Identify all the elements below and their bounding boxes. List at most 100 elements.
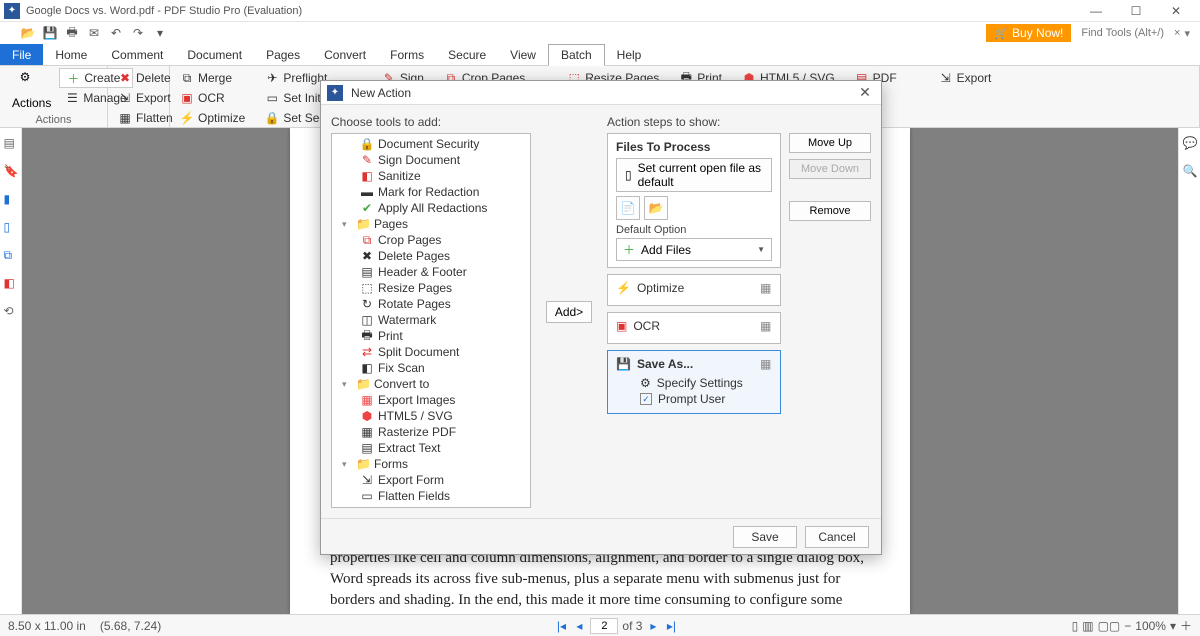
tree-sanitize[interactable]: ◧Sanitize	[332, 168, 530, 184]
print-icon[interactable]: 🖶	[64, 25, 80, 41]
dialog-save-button[interactable]: Save	[733, 526, 797, 548]
open-icon[interactable]: 📂	[20, 25, 36, 41]
attachments-panel-icon[interactable]: ⧉	[4, 248, 18, 262]
view-facing-icon[interactable]: ▢▢	[1098, 619, 1121, 633]
delete-button[interactable]: ✖Delete	[112, 68, 179, 88]
checkbox-checked-icon: ✓	[640, 393, 652, 405]
zoom-in-button[interactable]: ＋	[1180, 617, 1192, 634]
dialog-cancel-button[interactable]: Cancel	[805, 526, 869, 548]
menu-forms[interactable]: Forms	[378, 44, 436, 65]
merge-button[interactable]: ⧉Merge	[174, 68, 251, 88]
tree-rotate-pages[interactable]: ↻Rotate Pages	[332, 296, 530, 312]
maximize-button[interactable]: ☐	[1116, 0, 1156, 22]
tree-print[interactable]: 🖶Print	[332, 328, 530, 344]
default-option-combo[interactable]: ＋Add Files▼	[616, 238, 772, 261]
email-icon[interactable]: ✉	[86, 25, 102, 41]
optimize-button[interactable]: ⚡Optimize	[174, 108, 251, 128]
view-continuous-icon[interactable]: ▥	[1082, 619, 1093, 633]
layers-panel-icon[interactable]: ▯	[4, 220, 18, 234]
tree-header-footer[interactable]: ▤Header & Footer	[332, 264, 530, 280]
tree-html5-svg[interactable]: ⬢HTML5 / SVG	[332, 408, 530, 424]
zoom-dropdown-icon[interactable]: ▾	[1170, 619, 1176, 633]
signatures-panel-icon[interactable]: ▮	[4, 192, 18, 206]
tree-export-form[interactable]: ⇲Export Form	[332, 472, 530, 488]
undo-icon[interactable]: ↶	[108, 25, 124, 41]
save-icon[interactable]: 💾	[42, 25, 58, 41]
step-files-to-process[interactable]: Files To Process ▯Set current open file …	[607, 133, 781, 268]
gear-icon[interactable]: ▦	[760, 357, 774, 371]
tree-mark-redaction[interactable]: ▬Mark for Redaction	[332, 184, 530, 200]
tree-apply-redactions[interactable]: ✔Apply All Redactions	[332, 200, 530, 216]
tree-sign-document[interactable]: ✎Sign Document	[332, 152, 530, 168]
gear-icon[interactable]: ▦	[760, 319, 774, 333]
tree-extract-text[interactable]: ▤Extract Text	[332, 440, 530, 456]
buy-now-button[interactable]: 🛒 Buy Now!	[986, 24, 1071, 42]
add-file-icon-button[interactable]: 📄	[616, 196, 640, 220]
tools-tree[interactable]: 🔒Document Security ✎Sign Document ◧Sanit…	[331, 133, 531, 508]
tree-resize-pages[interactable]: ⬚Resize Pages	[332, 280, 530, 296]
menu-help[interactable]: Help	[605, 44, 654, 65]
tree-delete-pages[interactable]: ✖Delete Pages	[332, 248, 530, 264]
add-tool-button[interactable]: Add>	[546, 301, 592, 323]
tree-crop-pages[interactable]: ⧉Crop Pages	[332, 232, 530, 248]
menu-document[interactable]: Document	[175, 44, 254, 65]
panel-close-icon[interactable]: ×	[1174, 27, 1180, 39]
actions-label: Actions	[12, 96, 51, 110]
tree-reset-fields[interactable]: ↺Reset Fields	[332, 504, 530, 508]
move-up-button[interactable]: Move Up	[789, 133, 871, 153]
tree-fix-scan[interactable]: ◧Fix Scan	[332, 360, 530, 376]
pages-panel-icon[interactable]: ▤	[4, 136, 18, 150]
tree-document-security[interactable]: 🔒Document Security	[332, 136, 530, 152]
export-button[interactable]: ⇲Export	[112, 88, 179, 108]
tree-group-forms[interactable]: ▾📁Forms	[332, 456, 530, 472]
step-optimize[interactable]: ⚡Optimize ▦	[607, 274, 781, 306]
step-ocr[interactable]: ▣OCR ▦	[607, 312, 781, 344]
prompt-user-option[interactable]: ✓Prompt User	[616, 391, 772, 407]
tree-group-convert[interactable]: ▾📁Convert to	[332, 376, 530, 392]
move-down-button[interactable]: Move Down	[789, 159, 871, 179]
menu-view[interactable]: View	[498, 44, 548, 65]
ocr-button[interactable]: ▣OCR	[174, 88, 251, 108]
tags-panel-icon[interactable]: ◧	[4, 276, 18, 290]
prev-page-button[interactable]: ◂	[572, 619, 586, 633]
step-save-as[interactable]: 💾Save As... ▦ ⚙Specify Settings ✓Prompt …	[607, 350, 781, 414]
tree-flatten-fields[interactable]: ▭Flatten Fields	[332, 488, 530, 504]
redo-icon[interactable]: ↷	[130, 25, 146, 41]
first-page-button[interactable]: |◂	[554, 619, 568, 633]
menu-file[interactable]: File	[0, 44, 43, 65]
specify-settings-option[interactable]: ⚙Specify Settings	[616, 375, 772, 391]
comments-panel-icon[interactable]: 💬	[1183, 136, 1197, 150]
content-panel-icon[interactable]: ⟲	[4, 304, 18, 318]
dropdown-icon[interactable]: ▾	[152, 25, 168, 41]
menu-comment[interactable]: Comment	[99, 44, 175, 65]
tree-group-pages[interactable]: ▾📁Pages	[332, 216, 530, 232]
page-number-input[interactable]	[590, 618, 618, 634]
close-button[interactable]: ✕	[1156, 0, 1196, 22]
actions-big-button[interactable]: ⚙ Actions	[4, 68, 59, 112]
bookmarks-panel-icon[interactable]: 🔖	[4, 164, 18, 178]
last-page-button[interactable]: ▸|	[664, 619, 678, 633]
menu-pages[interactable]: Pages	[254, 44, 312, 65]
minimize-button[interactable]: —	[1076, 0, 1116, 22]
flatten-button[interactable]: ▦Flatten	[112, 108, 179, 128]
dialog-close-button[interactable]: ✕	[855, 84, 875, 101]
tree-rasterize-pdf[interactable]: ▦Rasterize PDF	[332, 424, 530, 440]
add-folder-icon-button[interactable]: 📂	[644, 196, 668, 220]
tree-split-document[interactable]: ⇄Split Document	[332, 344, 530, 360]
remove-button[interactable]: Remove	[789, 201, 871, 221]
zoom-out-button[interactable]: −	[1124, 619, 1131, 633]
tree-export-images[interactable]: ▦Export Images	[332, 392, 530, 408]
zoom-level[interactable]: 100%	[1135, 619, 1166, 633]
ribbon-export-button[interactable]: ⇲Export	[933, 68, 998, 88]
find-tools-hint[interactable]: Find Tools (Alt+/)	[1075, 27, 1170, 39]
panel-chevron-icon[interactable]: ▾	[1184, 27, 1190, 40]
search-panel-icon[interactable]: 🔍	[1183, 164, 1197, 178]
gear-icon[interactable]: ▦	[760, 281, 774, 295]
menu-batch[interactable]: Batch	[548, 44, 605, 66]
menu-secure[interactable]: Secure	[436, 44, 498, 65]
set-default-file-button[interactable]: ▯Set current open file as default	[616, 158, 772, 192]
next-page-button[interactable]: ▸	[646, 619, 660, 633]
menu-convert[interactable]: Convert	[312, 44, 378, 65]
view-single-icon[interactable]: ▯	[1072, 619, 1079, 633]
menu-home[interactable]: Home	[43, 44, 99, 65]
